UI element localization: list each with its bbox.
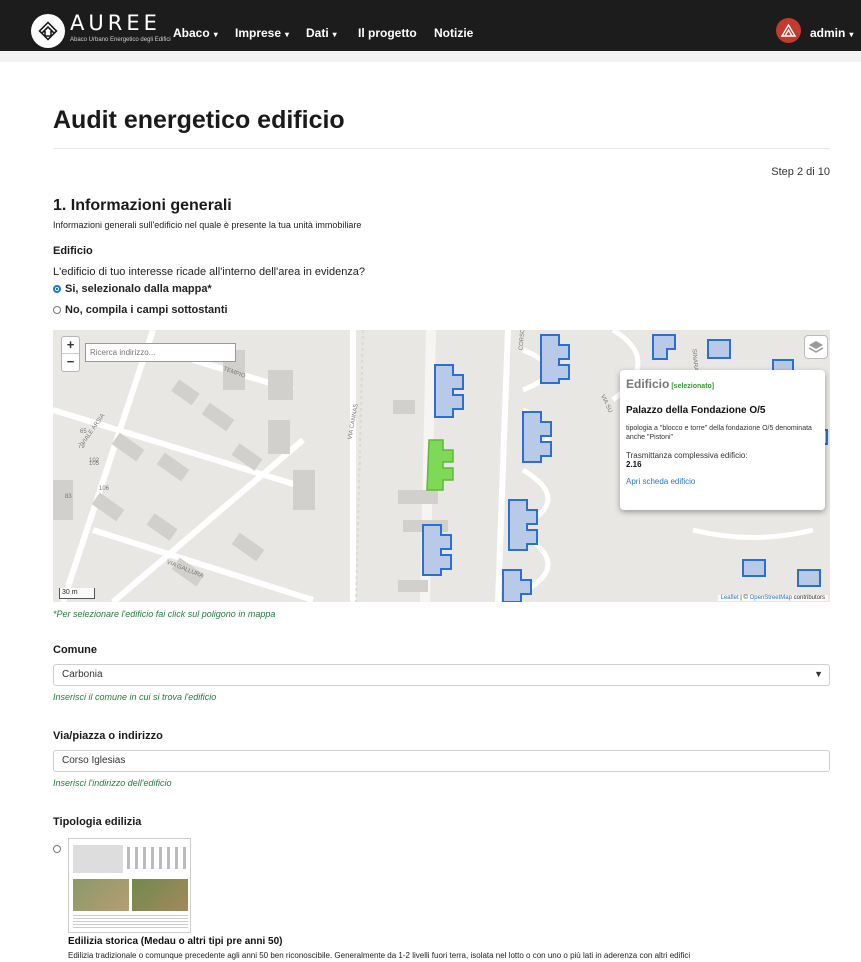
osm-link[interactable]: OpenStreetMap <box>750 595 792 601</box>
selected-building[interactable] <box>426 439 454 491</box>
page-title: Audit energetico edificio <box>53 106 345 134</box>
edificio-label: Edificio <box>53 245 93 257</box>
street-label: SINARA <box>690 349 698 372</box>
nav-item-dati[interactable]: Dati ▾ <box>306 26 337 40</box>
logo-text[interactable]: AUREE <box>70 11 161 35</box>
comune-label: Comune <box>53 644 97 656</box>
radio-label: Si, selezionalo dalla mappa* <box>65 283 212 295</box>
open-building-link[interactable]: Apri scheda edificio <box>626 477 819 486</box>
popup-trasmittanza-label: Trasmittanza complessiva edificio: <box>626 451 748 460</box>
tipologia-radio[interactable] <box>53 842 61 856</box>
zoom-in-button[interactable]: + <box>62 337 79 354</box>
caret-down-icon: ▾ <box>285 30 290 39</box>
indirizzo-field[interactable]: Corso Iglesias <box>53 750 830 772</box>
thumbnail-sketch <box>73 845 123 873</box>
tipologia-thumbnail[interactable] <box>68 838 191 933</box>
nav-item-notizie[interactable]: Notizie <box>434 26 473 40</box>
nav-item-il-progetto[interactable]: Il progetto <box>358 26 417 40</box>
indirizzo-help: Inserisci l'indirizzo dell'edificio <box>53 778 172 788</box>
navbar: AUREE Abaco Urbano Energetico degli Edif… <box>0 0 861 51</box>
logo-subtitle: Abaco Urbano Energetico degli Edifici <box>70 37 171 43</box>
caret-down-icon: ▾ <box>849 30 854 39</box>
street-label: VIA CANNAS <box>348 403 360 440</box>
section-title: 1. Informazioni generali <box>53 197 232 214</box>
edificio-question: L'edificio di tuo interesse ricade all'i… <box>53 266 366 278</box>
caret-down-icon: ▾ <box>332 30 337 39</box>
thumbnail-aerial-photo <box>73 879 129 911</box>
user-name: admin <box>810 26 846 40</box>
radio-checked-icon[interactable] <box>53 285 61 293</box>
thumbnail-plan <box>127 847 187 869</box>
user-menu[interactable]: admin ▾ <box>810 26 853 40</box>
map[interactable]: VIALE ARSIA VIA CANNAS VIA GALLURA CORSO… <box>53 330 830 602</box>
popup-trasmittanza-value: 2.16 <box>626 460 642 469</box>
popup-heading: Edificio [selezionato] <box>626 377 819 391</box>
nav-label: Dati <box>306 26 329 40</box>
nav-label: Abaco <box>173 26 210 40</box>
map-search-input[interactable] <box>85 343 236 362</box>
radio-label: No, compila i campi sottostanti <box>65 304 228 316</box>
indirizzo-label: Via/piazza o indirizzo <box>53 730 163 742</box>
street-label: 83 <box>65 494 72 500</box>
attribution-suffix: contributors <box>791 595 825 601</box>
popup-description: tipologia a "blocco e torre" della fonda… <box>626 425 812 441</box>
section-description: Informazioni generali sull'edificio nel … <box>53 220 362 230</box>
comune-select[interactable]: Carbonia ▼ <box>53 664 830 686</box>
indirizzo-value: Corso Iglesias <box>62 755 126 766</box>
thumbnail-caption <box>73 915 188 929</box>
building-popup: Edificio [selezionato] Palazzo della Fond… <box>620 370 825 510</box>
nav-item-abaco[interactable]: Abaco ▾ <box>173 26 218 40</box>
popup-building-name: Palazzo della Fondazione O/5 <box>626 405 766 416</box>
tipologia-option-title: Edilizia storica (Medau o altri tipi pre… <box>68 936 283 947</box>
navbar-background: AUREE Abaco Urbano Energetico degli Edif… <box>0 0 861 62</box>
tipologia-label: Tipologia edilizia <box>53 816 142 828</box>
attribution-sep: | © <box>738 595 750 601</box>
nav-label: Imprese <box>235 26 282 40</box>
chevron-down-icon: ▼ <box>814 669 823 679</box>
step-indicator: Step 2 di 10 <box>771 166 830 178</box>
avatar[interactable] <box>776 18 801 43</box>
map-attribution: Leaflet | © OpenStreetMap contributors <box>717 595 828 601</box>
street-label: VIA SU <box>599 394 613 414</box>
map-scale: 30 m <box>59 588 95 599</box>
street-label: 79 <box>78 444 85 450</box>
radio-option-no[interactable]: No, compila i campi sottostanti <box>53 304 228 316</box>
comune-help: Inserisci il comune in cui si trova l'ed… <box>53 692 217 702</box>
zoom-control: + − <box>61 336 80 372</box>
layers-icon[interactable] <box>804 335 828 359</box>
logo-icon[interactable] <box>31 14 65 48</box>
tipologia-option-description: Edilizia tradizionale o comunque precede… <box>68 951 691 960</box>
popup-heading-text: Edificio <box>626 377 670 391</box>
divider <box>53 148 830 149</box>
map-help: *Per selezionare l'edificio fai click su… <box>53 609 276 619</box>
radio-unchecked-icon[interactable] <box>53 306 61 314</box>
street-label: CORSO IGLE <box>519 330 528 351</box>
leaflet-link[interactable]: Leaflet <box>721 595 739 601</box>
street-label: 102 <box>89 458 100 464</box>
comune-value: Carbonia <box>62 669 103 680</box>
street-label: 65 <box>80 429 87 435</box>
zoom-out-button[interactable]: − <box>62 354 79 371</box>
caret-down-icon: ▾ <box>213 30 218 39</box>
radio-option-si[interactable]: Si, selezionalo dalla mappa* <box>53 283 212 295</box>
popup-selected-badge: [selezionato] <box>671 383 715 390</box>
thumbnail-aerial-photo <box>132 879 188 911</box>
nav-item-imprese[interactable]: Imprese ▾ <box>235 26 289 40</box>
street-label: 106 <box>99 486 110 492</box>
radio-unchecked-icon[interactable] <box>53 845 61 853</box>
